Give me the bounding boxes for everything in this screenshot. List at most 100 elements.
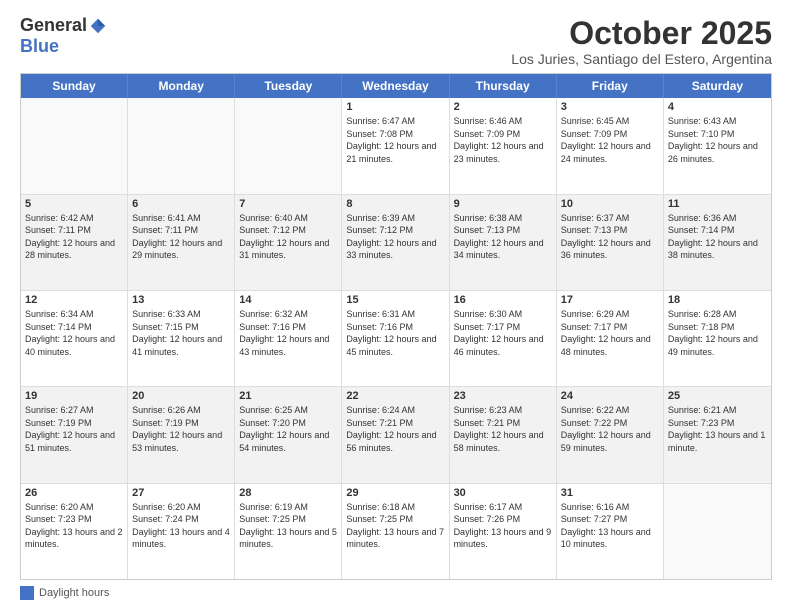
month-title: October 2025 bbox=[511, 16, 772, 51]
cal-cell: 7 Sunrise: 6:40 AM Sunset: 7:12 PM Daylig… bbox=[235, 195, 342, 290]
day-info: Sunrise: 6:46 AM Sunset: 7:09 PM Dayligh… bbox=[454, 115, 552, 165]
cal-cell bbox=[235, 98, 342, 193]
day-info: Sunrise: 6:19 AM Sunset: 7:25 PM Dayligh… bbox=[239, 501, 337, 551]
day-info: Sunrise: 6:24 AM Sunset: 7:21 PM Dayligh… bbox=[346, 404, 444, 454]
cal-cell: 12Sunrise: 6:34 AM Sunset: 7:14 PM Dayli… bbox=[21, 291, 128, 386]
cal-cell: 9 Sunrise: 6:38 AM Sunset: 7:13 PM Daylig… bbox=[450, 195, 557, 290]
day-number: 14 bbox=[239, 294, 337, 306]
cal-cell: 24 Sunrise: 6:22 AM Sunset: 7:22 PM Dayli… bbox=[557, 387, 664, 482]
logo-general: General bbox=[20, 16, 87, 36]
day-number: 19 bbox=[25, 390, 123, 402]
header-day-saturday: Saturday bbox=[664, 74, 771, 98]
week-row-1: 1Sunrise: 6:47 AM Sunset: 7:08 PM Daylig… bbox=[21, 98, 771, 194]
header: General Blue October 2025 Los Juries, Sa… bbox=[20, 16, 772, 67]
day-number: 16 bbox=[454, 294, 552, 306]
day-info: Sunrise: 6:29 AM Sunset: 7:17 PM Dayligh… bbox=[561, 308, 659, 358]
day-number: 12 bbox=[25, 294, 123, 306]
day-number: 20 bbox=[132, 390, 230, 402]
header-day-wednesday: Wednesday bbox=[342, 74, 449, 98]
day-number: 2 bbox=[454, 101, 552, 113]
day-info: Sunrise: 6:23 AM Sunset: 7:21 PM Dayligh… bbox=[454, 404, 552, 454]
cal-cell: 6Sunrise: 6:41 AM Sunset: 7:11 PM Daylig… bbox=[128, 195, 235, 290]
cal-cell: 31Sunrise: 6:16 AM Sunset: 7:27 PM Dayli… bbox=[557, 484, 664, 579]
cal-cell: 28 Sunrise: 6:19 AM Sunset: 7:25 PM Dayli… bbox=[235, 484, 342, 579]
day-info: Sunrise: 6:20 AM Sunset: 7:24 PM Dayligh… bbox=[132, 501, 230, 551]
day-info: Sunrise: 6:17 AM Sunset: 7:26 PM Dayligh… bbox=[454, 501, 552, 551]
cal-cell: 14Sunrise: 6:32 AM Sunset: 7:16 PM Dayli… bbox=[235, 291, 342, 386]
day-info: Sunrise: 6:26 AM Sunset: 7:19 PM Dayligh… bbox=[132, 404, 230, 454]
cal-cell: 4Sunrise: 6:43 AM Sunset: 7:10 PM Daylig… bbox=[664, 98, 771, 193]
page: General Blue October 2025 Los Juries, Sa… bbox=[0, 0, 792, 612]
calendar: SundayMondayTuesdayWednesdayThursdayFrid… bbox=[20, 73, 772, 580]
day-info: Sunrise: 6:20 AM Sunset: 7:23 PM Dayligh… bbox=[25, 501, 123, 551]
cal-cell: 21Sunrise: 6:25 AM Sunset: 7:20 PM Dayli… bbox=[235, 387, 342, 482]
day-number: 30 bbox=[454, 487, 552, 499]
day-number: 31 bbox=[561, 487, 659, 499]
day-number: 4 bbox=[668, 101, 767, 113]
day-info: Sunrise: 6:30 AM Sunset: 7:17 PM Dayligh… bbox=[454, 308, 552, 358]
day-info: Sunrise: 6:39 AM Sunset: 7:12 PM Dayligh… bbox=[346, 212, 444, 262]
day-number: 27 bbox=[132, 487, 230, 499]
cal-cell: 27 Sunrise: 6:20 AM Sunset: 7:24 PM Dayli… bbox=[128, 484, 235, 579]
day-number: 23 bbox=[454, 390, 552, 402]
cal-cell: 17Sunrise: 6:29 AM Sunset: 7:17 PM Dayli… bbox=[557, 291, 664, 386]
logo-icon bbox=[89, 17, 107, 35]
day-number: 11 bbox=[668, 198, 767, 210]
header-day-thursday: Thursday bbox=[450, 74, 557, 98]
week-row-2: 5 Sunrise: 6:42 AM Sunset: 7:11 PM Daylig… bbox=[21, 195, 771, 291]
day-info: Sunrise: 6:45 AM Sunset: 7:09 PM Dayligh… bbox=[561, 115, 659, 165]
day-number: 7 bbox=[239, 198, 337, 210]
cal-cell: 8 Sunrise: 6:39 AM Sunset: 7:12 PM Daylig… bbox=[342, 195, 449, 290]
day-info: Sunrise: 6:18 AM Sunset: 7:25 PM Dayligh… bbox=[346, 501, 444, 551]
subtitle: Los Juries, Santiago del Estero, Argenti… bbox=[511, 51, 772, 67]
week-row-5: 26 Sunrise: 6:20 AM Sunset: 7:23 PM Dayli… bbox=[21, 484, 771, 579]
cal-cell: 5 Sunrise: 6:42 AM Sunset: 7:11 PM Daylig… bbox=[21, 195, 128, 290]
day-number: 5 bbox=[25, 198, 123, 210]
cal-cell: 19 Sunrise: 6:27 AM Sunset: 7:19 PM Dayli… bbox=[21, 387, 128, 482]
cal-cell: 11 Sunrise: 6:36 AM Sunset: 7:14 PM Dayli… bbox=[664, 195, 771, 290]
cal-cell: 2 Sunrise: 6:46 AM Sunset: 7:09 PM Daylig… bbox=[450, 98, 557, 193]
day-info: Sunrise: 6:40 AM Sunset: 7:12 PM Dayligh… bbox=[239, 212, 337, 262]
cal-cell: 29Sunrise: 6:18 AM Sunset: 7:25 PM Dayli… bbox=[342, 484, 449, 579]
title-block: October 2025 Los Juries, Santiago del Es… bbox=[511, 16, 772, 67]
day-number: 9 bbox=[454, 198, 552, 210]
cal-cell: 13Sunrise: 6:33 AM Sunset: 7:15 PM Dayli… bbox=[128, 291, 235, 386]
day-info: Sunrise: 6:37 AM Sunset: 7:13 PM Dayligh… bbox=[561, 212, 659, 262]
cal-cell: 15 Sunrise: 6:31 AM Sunset: 7:16 PM Dayli… bbox=[342, 291, 449, 386]
day-info: Sunrise: 6:38 AM Sunset: 7:13 PM Dayligh… bbox=[454, 212, 552, 262]
cal-cell bbox=[128, 98, 235, 193]
day-number: 15 bbox=[346, 294, 444, 306]
day-number: 1 bbox=[346, 101, 444, 113]
day-info: Sunrise: 6:28 AM Sunset: 7:18 PM Dayligh… bbox=[668, 308, 767, 358]
header-day-friday: Friday bbox=[557, 74, 664, 98]
cal-cell bbox=[664, 484, 771, 579]
day-number: 8 bbox=[346, 198, 444, 210]
day-number: 18 bbox=[668, 294, 767, 306]
day-info: Sunrise: 6:36 AM Sunset: 7:14 PM Dayligh… bbox=[668, 212, 767, 262]
cal-cell: 30 Sunrise: 6:17 AM Sunset: 7:26 PM Dayli… bbox=[450, 484, 557, 579]
day-info: Sunrise: 6:27 AM Sunset: 7:19 PM Dayligh… bbox=[25, 404, 123, 454]
day-info: Sunrise: 6:31 AM Sunset: 7:16 PM Dayligh… bbox=[346, 308, 444, 358]
footer: Daylight hours bbox=[20, 586, 772, 600]
day-number: 22 bbox=[346, 390, 444, 402]
footer-label: Daylight hours bbox=[39, 587, 109, 599]
day-info: Sunrise: 6:42 AM Sunset: 7:11 PM Dayligh… bbox=[25, 212, 123, 262]
day-number: 25 bbox=[668, 390, 767, 402]
day-info: Sunrise: 6:25 AM Sunset: 7:20 PM Dayligh… bbox=[239, 404, 337, 454]
cal-cell: 22 Sunrise: 6:24 AM Sunset: 7:21 PM Dayli… bbox=[342, 387, 449, 482]
day-number: 10 bbox=[561, 198, 659, 210]
day-number: 24 bbox=[561, 390, 659, 402]
cal-cell: 23 Sunrise: 6:23 AM Sunset: 7:21 PM Dayli… bbox=[450, 387, 557, 482]
cal-cell: 1Sunrise: 6:47 AM Sunset: 7:08 PM Daylig… bbox=[342, 98, 449, 193]
week-row-3: 12Sunrise: 6:34 AM Sunset: 7:14 PM Dayli… bbox=[21, 291, 771, 387]
day-info: Sunrise: 6:22 AM Sunset: 7:22 PM Dayligh… bbox=[561, 404, 659, 454]
day-number: 26 bbox=[25, 487, 123, 499]
header-day-monday: Monday bbox=[128, 74, 235, 98]
week-row-4: 19 Sunrise: 6:27 AM Sunset: 7:19 PM Dayli… bbox=[21, 387, 771, 483]
cal-cell: 18 Sunrise: 6:28 AM Sunset: 7:18 PM Dayli… bbox=[664, 291, 771, 386]
cal-cell: 10 Sunrise: 6:37 AM Sunset: 7:13 PM Dayli… bbox=[557, 195, 664, 290]
day-number: 28 bbox=[239, 487, 337, 499]
day-info: Sunrise: 6:21 AM Sunset: 7:23 PM Dayligh… bbox=[668, 404, 767, 454]
calendar-header: SundayMondayTuesdayWednesdayThursdayFrid… bbox=[21, 74, 771, 98]
header-day-tuesday: Tuesday bbox=[235, 74, 342, 98]
